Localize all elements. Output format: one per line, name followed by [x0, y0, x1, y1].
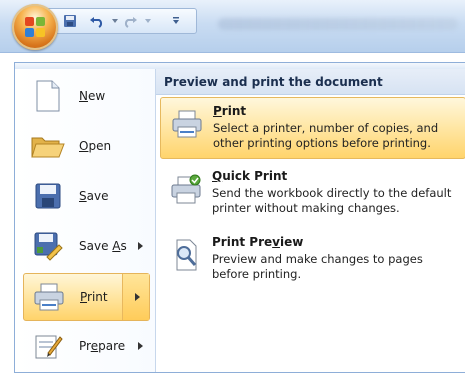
menu-item-label: Save As — [79, 239, 127, 253]
office-menu: New Open Save Save As Print Prepare Prev… — [14, 62, 465, 373]
submenu-arrow-icon — [135, 293, 140, 301]
command-list: New Open Save Save As Print Prepare — [15, 69, 156, 372]
title-bar — [0, 0, 465, 53]
menu-item-open[interactable]: Open — [23, 123, 149, 169]
chevron-down-icon — [112, 19, 118, 23]
customize-qat-button[interactable] — [167, 12, 185, 30]
printer-icon — [171, 108, 203, 140]
redo-button[interactable] — [121, 12, 139, 30]
option-title: Print Preview — [212, 235, 304, 249]
submenu-heading: Preview and print the document — [156, 69, 465, 95]
print-preview-icon — [170, 239, 202, 271]
open-folder-icon — [31, 129, 65, 163]
menu-item-new[interactable]: New — [23, 73, 149, 119]
prepare-icon — [31, 329, 65, 363]
submenu-arrow-icon — [138, 242, 143, 250]
menu-item-prepare[interactable]: Prepare — [23, 323, 149, 369]
save-as-icon — [31, 229, 65, 263]
submenu-option-quick-print[interactable]: Quick Print Send the workbook directly t… — [160, 163, 465, 225]
menu-item-label: Print — [80, 290, 108, 304]
redo-icon — [124, 17, 137, 28]
option-title: Print — [213, 104, 247, 118]
customize-dropdown-icon — [173, 17, 179, 24]
save-disk-icon — [31, 179, 65, 213]
option-title: Quick Print — [212, 169, 288, 183]
office-button[interactable] — [12, 4, 58, 50]
save-quick-button[interactable] — [61, 12, 79, 30]
redo-dropdown[interactable] — [139, 12, 157, 30]
chevron-down-icon — [145, 19, 151, 23]
window-title-blurred — [218, 18, 458, 30]
option-description: Select a printer, number of copies, and … — [213, 121, 439, 150]
save-disk-icon — [64, 15, 76, 27]
submenu-arrow-icon — [138, 342, 143, 350]
menu-item-save[interactable]: Save — [23, 173, 149, 219]
office-logo-icon — [25, 17, 45, 37]
print-submenu: Preview and print the document Print Sel… — [156, 69, 465, 372]
option-description: Preview and make changes to pages before… — [212, 252, 423, 281]
printer-icon — [32, 280, 66, 314]
menu-item-label: Save — [79, 189, 109, 203]
option-description: Send the workbook directly to the defaul… — [212, 186, 452, 215]
undo-icon — [90, 17, 103, 28]
undo-button[interactable] — [88, 12, 106, 30]
menu-item-save-as[interactable]: Save As — [23, 223, 149, 269]
quick-access-toolbar — [42, 8, 197, 34]
submenu-option-print-preview[interactable]: Print Preview Preview and make changes t… — [160, 229, 465, 291]
submenu-option-print[interactable]: Print Select a printer, number of copies… — [160, 97, 465, 159]
menu-item-print[interactable]: Print — [23, 273, 150, 321]
quick-print-icon — [170, 173, 202, 205]
menu-item-label: New — [79, 89, 106, 103]
new-document-icon — [31, 79, 65, 113]
menu-item-label: Open — [79, 139, 112, 153]
menu-item-label: Prepare — [79, 339, 126, 353]
